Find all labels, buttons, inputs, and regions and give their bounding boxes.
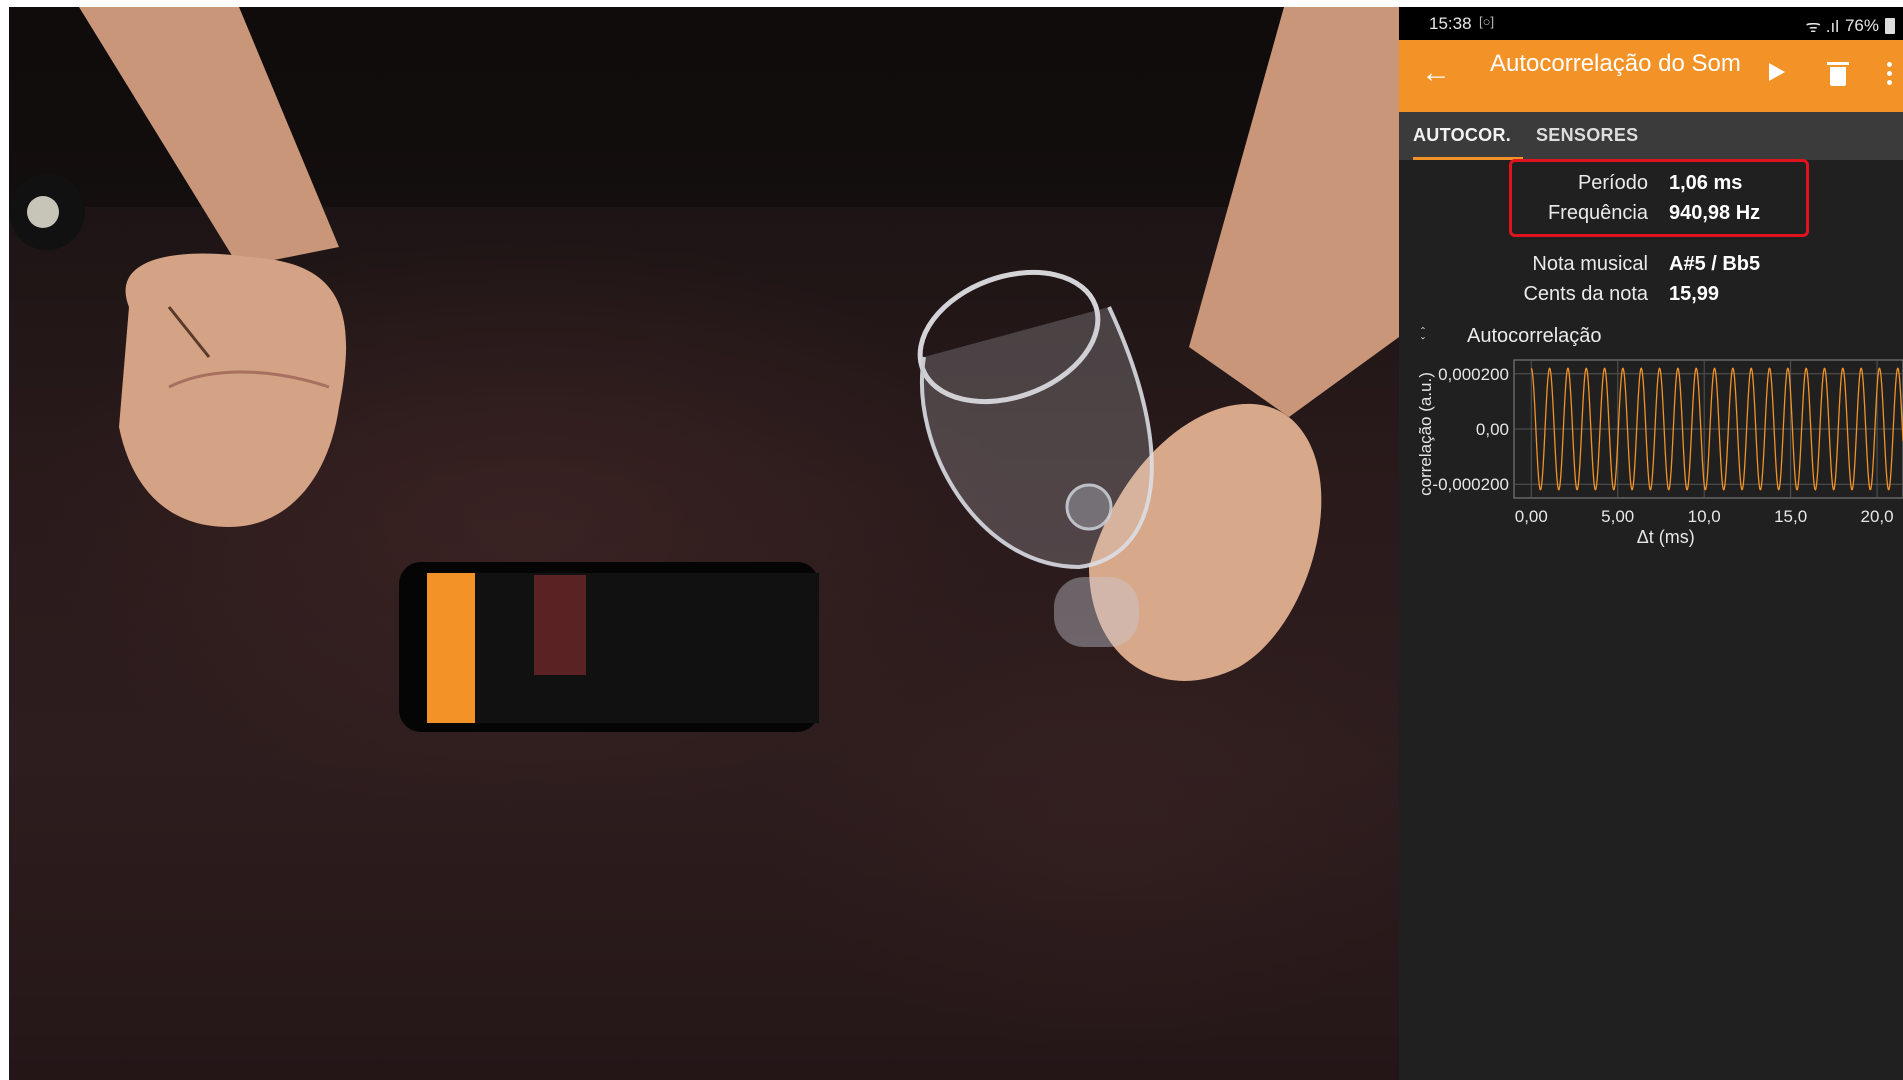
x-tick-label: 5,00: [1601, 507, 1634, 526]
y-tick-label: 0,000200: [1438, 365, 1509, 384]
status-right: ᯤ .ıl 76%: [1805, 14, 1895, 37]
result-period: Período 1,06 ms: [1399, 170, 1903, 196]
app-toolbar: ← Autocorrelação do Som: [1399, 40, 1903, 112]
result-label: Período: [1577, 172, 1648, 194]
back-arrow-icon[interactable]: ←: [1421, 58, 1451, 88]
result-value: 15,99: [1669, 283, 1720, 305]
result-cents: Cents da nota 15,99: [1399, 281, 1903, 307]
scene-illustration: [9, 7, 1399, 732]
x-tick-label: 10,0: [1688, 507, 1721, 526]
round-button-object: [9, 174, 85, 250]
screen-record-icon: [○]: [1479, 14, 1495, 29]
result-label: Frequência: [1547, 202, 1648, 224]
status-bar: 15:38 [○] ᯤ .ıl 76%: [1399, 7, 1903, 40]
result-value: A#5 / Bb5: [1669, 253, 1761, 275]
tab-bar: AUTOCOR. SENSORES: [1399, 112, 1903, 160]
y-axis-label: correlação (a.u.): [1416, 372, 1435, 496]
smartphone-on-table: [399, 562, 819, 732]
expand-collapse-icon[interactable]: ˆˇ: [1421, 326, 1425, 348]
x-tick-label: 15,0: [1774, 507, 1807, 526]
autocorrelation-chart: 0,000200 0,00 -0,000200 0,00 5,00 10,0 15,0 20,…: [1416, 359, 1903, 547]
result-value: 940,98 Hz: [1669, 202, 1761, 224]
tab-autocor[interactable]: AUTOCOR.: [1413, 112, 1523, 160]
autocorrelation-app: 15:38 [○] ᯤ .ıl 76% ← Autocorrelação do …: [1399, 7, 1903, 1080]
result-label: Cents da nota: [1523, 283, 1648, 305]
result-musical-note: Nota musical A#5 / Bb5: [1399, 251, 1903, 277]
signal-icon: ᯤ .ıl: [1805, 17, 1839, 36]
plot-title: Autocorrelação: [1467, 325, 1602, 347]
x-tick-label: 0,00: [1515, 507, 1548, 526]
y-tick-label: -0,000200: [1432, 475, 1509, 494]
battery-icon: [1885, 17, 1895, 34]
play-icon[interactable]: [1769, 63, 1785, 81]
result-frequency: Frequência 940,98 Hz: [1399, 200, 1903, 226]
tab-sensores[interactable]: SENSORES: [1536, 112, 1638, 160]
delete-icon[interactable]: [1827, 62, 1849, 86]
status-time: 15:38: [1429, 14, 1472, 33]
more-options-icon[interactable]: [1887, 62, 1893, 89]
battery-level: 76%: [1844, 15, 1879, 35]
x-axis-label: Δt (ms): [1637, 527, 1695, 547]
y-tick-label: 0,00: [1476, 420, 1509, 439]
result-value: 1,06 ms: [1669, 172, 1743, 194]
page-title: Autocorrelação do Som: [1490, 50, 1741, 77]
result-label: Nota musical: [1532, 253, 1648, 275]
wine-glass: [917, 269, 1154, 647]
x-tick-label: 20,0: [1861, 507, 1894, 526]
camera-video-view: [9, 7, 1399, 1080]
